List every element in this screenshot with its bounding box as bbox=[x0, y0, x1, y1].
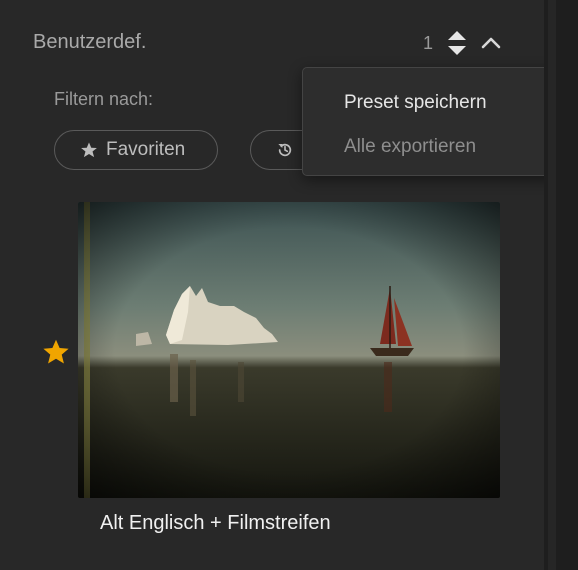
presets-panel: Benutzerdef. 1 Filtern nach: Favoriten A… bbox=[0, 0, 574, 570]
preset-count: 1 bbox=[423, 33, 434, 53]
favorites-filter-button[interactable]: Favoriten bbox=[54, 130, 218, 170]
preset-name: Alt Englisch + Filmstreifen bbox=[100, 512, 331, 534]
preset-context-menu: Preset speichern Alle exportieren bbox=[302, 67, 574, 176]
section-title[interactable]: Benutzerdef. bbox=[33, 31, 146, 54]
iceberg-sailboat-image bbox=[78, 202, 500, 498]
scrollbar-thumb[interactable] bbox=[548, 0, 556, 570]
favorites-filter-label: Favoriten bbox=[106, 139, 186, 160]
filter-label: Filtern nach: bbox=[54, 89, 154, 109]
preset-thumbnail[interactable] bbox=[78, 202, 500, 498]
star-filled-icon[interactable] bbox=[42, 338, 70, 366]
history-icon bbox=[278, 143, 292, 157]
sort-updown-icon[interactable] bbox=[446, 29, 468, 57]
export-all-menu-item[interactable]: Alle exportieren bbox=[344, 136, 476, 158]
chevron-up-icon[interactable] bbox=[479, 31, 503, 53]
star-icon bbox=[81, 142, 97, 158]
save-preset-menu-item[interactable]: Preset speichern bbox=[344, 92, 487, 114]
